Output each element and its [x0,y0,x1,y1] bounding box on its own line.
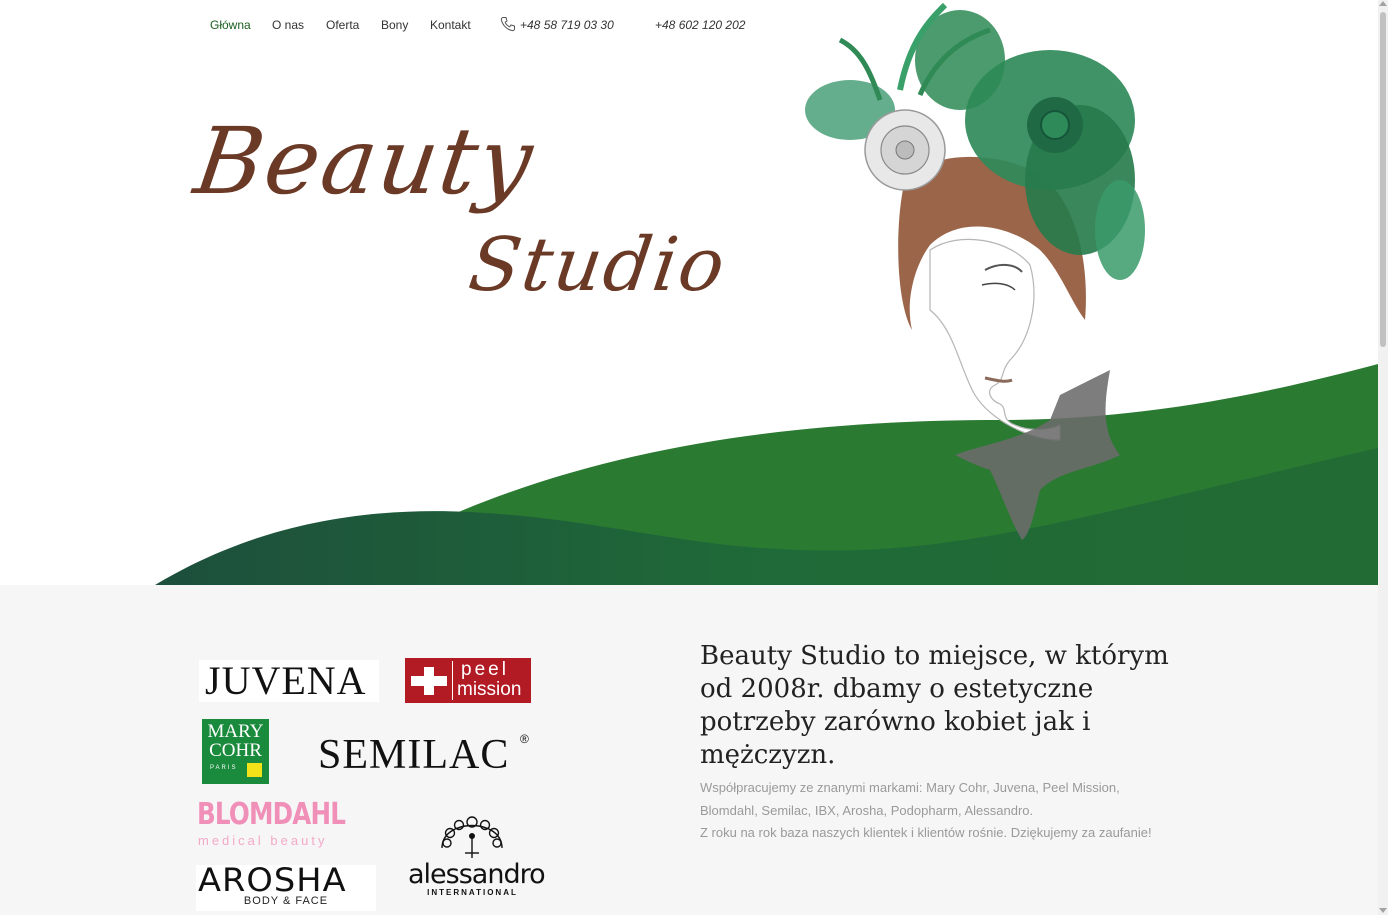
peel-mission-logo: peel mission [405,658,531,703]
alessandro-logo-text: alessandro [408,859,546,890]
blomdahl-logo-text: BLOMDAHL [197,797,346,832]
arosha-logo-subtitle: BODY & FACE [243,895,329,907]
blomdahl-logo: BLOMDAHL medical beauty [197,797,346,850]
peel-mission-bottom-text: mission [457,679,522,700]
arosha-logo: AROSHA BODY & FACE [196,861,376,911]
phone-link-landline[interactable]: +48 58 719 03 30 [520,18,614,32]
semilac-logo: SEMILAC ® [318,732,529,778]
peel-mission-top-text: peel [461,659,509,680]
nav-item-bony[interactable]: Bony [381,18,408,32]
mary-cohr-line3: PARIS [210,765,238,771]
nav-item-o-nas[interactable]: O nas [272,18,304,32]
hero-title-studio: Studio [463,222,732,308]
blomdahl-logo-subtitle: medical beauty [198,833,328,848]
scrollbar-thumb[interactable] [1380,12,1386,347]
hero-section: Beauty Studio [0,0,1378,585]
nav-item-glowna[interactable]: Główna [210,18,251,32]
phone-link-mobile[interactable]: +48 602 120 202 [655,18,745,32]
semilac-logo-text: SEMILAC [318,732,510,778]
about-headline: Beauty Studio to miejsce, w którym od 20… [700,641,1169,770]
scroll-down-arrow-icon[interactable] [1379,908,1387,913]
alessandro-logo-subtitle: INTERNATIONAL [427,888,518,897]
nav-item-kontakt[interactable]: Kontakt [430,18,471,32]
about-description: Współpracujemy ze znanymi markami: Mary … [700,777,1180,845]
hero-title-beauty: Beauty [188,108,541,215]
arosha-logo-text: AROSHA [198,861,347,899]
mary-cohr-line2: COHR [209,740,262,761]
juvena-logo: JUVENA [199,660,379,702]
top-navigation: Główna O nas Oferta Bony Kontakt +48 58 … [0,0,800,52]
juvena-logo-text: JUVENA [205,658,367,703]
nav-item-oferta[interactable]: Oferta [326,18,359,32]
about-brands-line: Współpracujemy ze znanymi markami: Mary … [700,780,1120,818]
scroll-up-arrow-icon[interactable] [1379,1,1387,6]
plus-icon [411,667,447,695]
peacock-icon [441,816,503,858]
alessandro-logo: alessandro INTERNATIONAL [405,808,546,900]
phone-icon [500,17,515,32]
about-thanks-line: Z roku na rok baza naszych klientek i kl… [700,825,1152,840]
mary-cohr-line1: MARY [207,721,264,742]
page-scrollbar[interactable] [1378,0,1388,915]
mary-cohr-logo: MARY COHR PARIS [202,719,269,784]
page: Beauty Studio Główna O nas Oferta Bony K… [0,0,1378,915]
